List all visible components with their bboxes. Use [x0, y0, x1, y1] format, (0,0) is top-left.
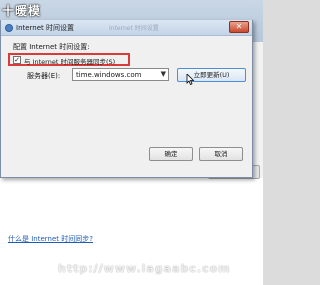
sync-checkbox[interactable]: ✓	[13, 56, 21, 64]
dialog-titlebar: Internet 时间设置 Internet 时间设置 ✕	[1, 20, 252, 36]
clock-icon	[5, 24, 13, 32]
internet-time-help-link[interactable]: 什么是 Internet 时间同步?	[8, 234, 93, 244]
server-label: 服务器(E):	[27, 72, 61, 80]
server-select[interactable]: time.windows.com ▼	[72, 68, 169, 81]
internet-time-settings-dialog: Internet 时间设置 Internet 时间设置 ✕ 配置 Interne…	[0, 20, 253, 178]
server-value: time.windows.com	[76, 71, 142, 79]
dialog-title-ghost: Internet 时间设置	[109, 25, 159, 32]
sync-checkbox-label[interactable]: 与 Internet 时间服务器同步(S)	[24, 56, 115, 66]
watermark-bottom: http://www.lagaabc.com	[58, 262, 231, 275]
close-button[interactable]: ✕	[229, 21, 249, 33]
mouse-pointer-icon	[186, 74, 195, 85]
ok-button[interactable]: 确定	[149, 147, 193, 161]
dialog-title: Internet 时间设置	[16, 24, 75, 32]
sync-option-highlight: ✓ 与 Internet 时间服务器同步(S)	[8, 53, 130, 66]
close-icon: ✕	[235, 22, 243, 31]
cancel-button[interactable]: 取消	[199, 147, 243, 161]
section-label: 配置 Internet 时间设置:	[13, 43, 90, 51]
watermark-top: 十暖模	[2, 4, 42, 18]
chevron-down-icon: ▼	[160, 70, 166, 78]
